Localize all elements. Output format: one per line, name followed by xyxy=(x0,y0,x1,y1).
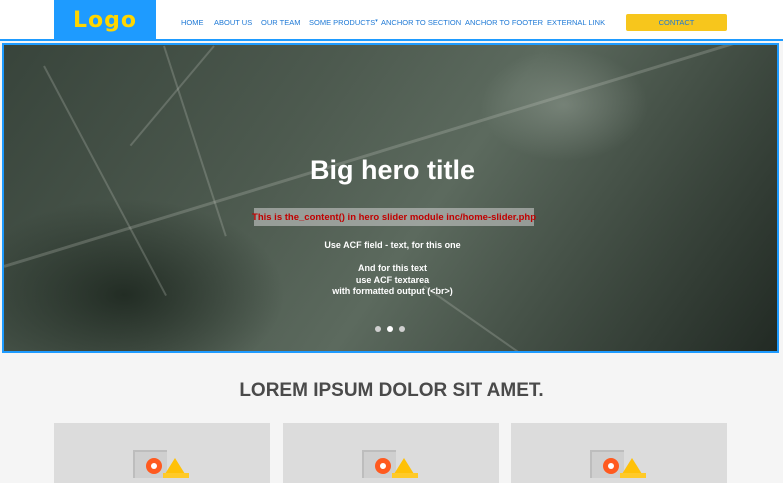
feature-card[interactable] xyxy=(54,423,270,483)
leaf-vein xyxy=(129,45,215,147)
contact-button[interactable]: CONTACT xyxy=(626,14,727,31)
hero-acf-text: Use ACF field - text, for this one xyxy=(324,240,461,250)
hero-textarea-line: use ACF textarea xyxy=(355,274,430,285)
contact-button-label: CONTACT xyxy=(658,18,695,27)
nav-anchor-to-section[interactable]: ANCHOR TO SECTION xyxy=(381,18,461,27)
nav-some-products[interactable]: SOME PRODUCTS▾ xyxy=(309,18,378,27)
nav-some-products-label: SOME PRODUCTS xyxy=(309,18,376,27)
nav-anchor-to-footer[interactable]: ANCHOR TO FOOTER xyxy=(465,18,543,27)
feature-card[interactable] xyxy=(283,423,499,483)
section-title: LOREM IPSUM DOLOR SIT AMET. xyxy=(239,380,544,401)
hero-title: Big hero title xyxy=(309,155,475,185)
dropdown-arrow-icon: ▾ xyxy=(375,18,378,24)
slider-dot[interactable] xyxy=(375,326,381,332)
nav-about-us[interactable]: ABOUT US xyxy=(214,18,252,27)
logo-text: Logo xyxy=(73,8,137,33)
hero-textarea-line: And for this text xyxy=(358,263,427,273)
hero-textarea-line: with formatted output (<br>) xyxy=(332,286,453,296)
placeholder-image-icon xyxy=(133,450,189,478)
placeholder-image-icon xyxy=(362,450,418,478)
slider-dot[interactable] xyxy=(399,326,405,332)
nav-home[interactable]: HOME xyxy=(181,18,204,27)
slider-dots xyxy=(375,326,405,332)
hero-acf-textarea: And for this text use ACF textarea with … xyxy=(4,263,777,298)
slider-dot-active[interactable] xyxy=(387,326,393,332)
placeholder-image-icon xyxy=(590,450,646,478)
nav-our-team[interactable]: OUR TEAM xyxy=(261,18,300,27)
nav-external-link[interactable]: EXTERNAL LINK xyxy=(547,18,605,27)
logo[interactable]: Logo xyxy=(54,0,156,41)
hero-slider[interactable]: Big hero title This is the_content() in … xyxy=(2,43,779,353)
hero-content-note: This is the_content() in hero slider mod… xyxy=(252,208,536,226)
site-header: Logo HOME ABOUT US OUR TEAM SOME PRODUCT… xyxy=(0,0,783,41)
feature-card[interactable] xyxy=(511,423,727,483)
